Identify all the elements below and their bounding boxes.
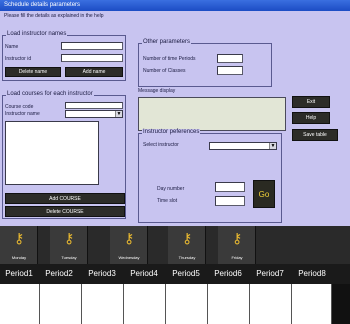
timetable-cell[interactable] [124,284,166,324]
other-parameters-group: Other parameters Number of time Periods … [138,39,272,87]
preferences-legend: Instructor peferences [142,129,201,135]
instruction-text: Please fill the details as explained in … [4,13,104,19]
timetable-cell[interactable] [292,284,332,324]
instructor-name-label: Instructor name [5,111,40,117]
timetable-cell[interactable] [166,284,208,324]
preferences-group: Instructor peferences Select instructor … [138,129,282,223]
periods-input[interactable] [217,54,243,63]
name-input[interactable] [61,42,123,50]
tab-label: Monday [11,255,27,260]
key-icon: ⚷ [14,230,25,246]
course-code-input[interactable] [65,102,123,109]
key-icon: ⚷ [124,230,135,246]
period-header: Period1 [5,269,33,278]
day-tab-bar: ⚷ Monday ⚷ Tuesday ⚷ Wednesday ⚷ Thursda… [0,226,350,264]
instructor-names-group: Load instructor names Name Instructor id… [2,31,126,81]
tab-wednesday[interactable]: ⚷ Wednesday [110,226,148,264]
day-number-input[interactable] [215,182,245,192]
chevron-down-icon: ▼ [115,111,122,117]
name-label: Name [5,44,19,50]
tab-friday[interactable]: ⚷ Friday [218,226,256,264]
timetable-cell[interactable] [208,284,250,324]
tab-monday[interactable]: ⚷ Monday [0,226,38,264]
tab-thursday[interactable]: ⚷ Thursday [168,226,206,264]
timetable-cell[interactable] [0,284,40,324]
period-header: Period2 [45,269,73,278]
time-slot-label: Time slot [157,198,178,204]
periods-label: Number of time Periods [143,56,196,62]
message-label: Message display [138,88,176,94]
period-header: Period5 [172,269,200,278]
timetable-grid [0,284,350,324]
vertical-scrollbar[interactable] [332,284,350,324]
timetable-cell[interactable] [250,284,292,324]
add-course-button[interactable]: Add COURSE [5,193,125,204]
window-title: Schedule details parameters [0,0,350,11]
tab-label: Friday [231,255,243,260]
timetable-cell[interactable] [40,284,82,324]
classes-label: Number of Classes [143,68,186,74]
go-button[interactable]: Go [253,180,275,208]
instructor-id-input[interactable] [61,54,123,62]
courses-listbox[interactable] [5,121,99,185]
tab-label: Thursday [178,255,196,260]
period-header: Period3 [88,269,116,278]
key-icon: ⚷ [64,230,75,246]
day-number-label: Day number [157,186,185,192]
help-button[interactable]: Help [292,112,330,124]
message-display [138,97,286,131]
key-icon: ⚷ [182,230,193,246]
select-instructor-label: Select instructor [143,142,179,148]
tab-tuesday[interactable]: ⚷ Tuesday [50,226,88,264]
classes-input[interactable] [217,66,243,75]
time-slot-input[interactable] [215,196,245,206]
period-header: Period8 [298,269,326,278]
chevron-down-icon: ▼ [269,143,276,149]
instructor-names-legend: Load instructor names [6,31,68,37]
period-header-row: Period1 Period2 Period3 Period4 Period5 … [0,264,350,284]
delete-course-button[interactable]: Delete COURSE [5,206,125,217]
tab-label: Wednesday [118,255,140,260]
delete-name-button[interactable]: Delete name [5,67,61,77]
instructor-id-label: Instructor id [5,56,32,62]
period-header: Period6 [214,269,242,278]
select-instructor-dropdown[interactable]: ▼ [209,142,277,150]
exit-button[interactable]: Exit [292,96,330,108]
key-icon: ⚷ [232,230,243,246]
add-name-button[interactable]: Add name [65,67,123,77]
other-parameters-legend: Other parameters [142,39,192,45]
tab-label: Tuesday [61,255,77,260]
period-header: Period7 [256,269,284,278]
course-code-label: Course code [5,104,34,110]
timetable-cell[interactable] [82,284,124,324]
instructor-name-dropdown[interactable]: ▼ [65,110,123,118]
courses-group: Load courses for each instructor Course … [2,91,126,219]
period-header: Period4 [130,269,158,278]
parameters-form: Please fill the details as explained in … [0,11,350,226]
courses-legend: Load courses for each instructor [6,91,94,97]
save-table-button[interactable]: Save table [292,129,338,141]
